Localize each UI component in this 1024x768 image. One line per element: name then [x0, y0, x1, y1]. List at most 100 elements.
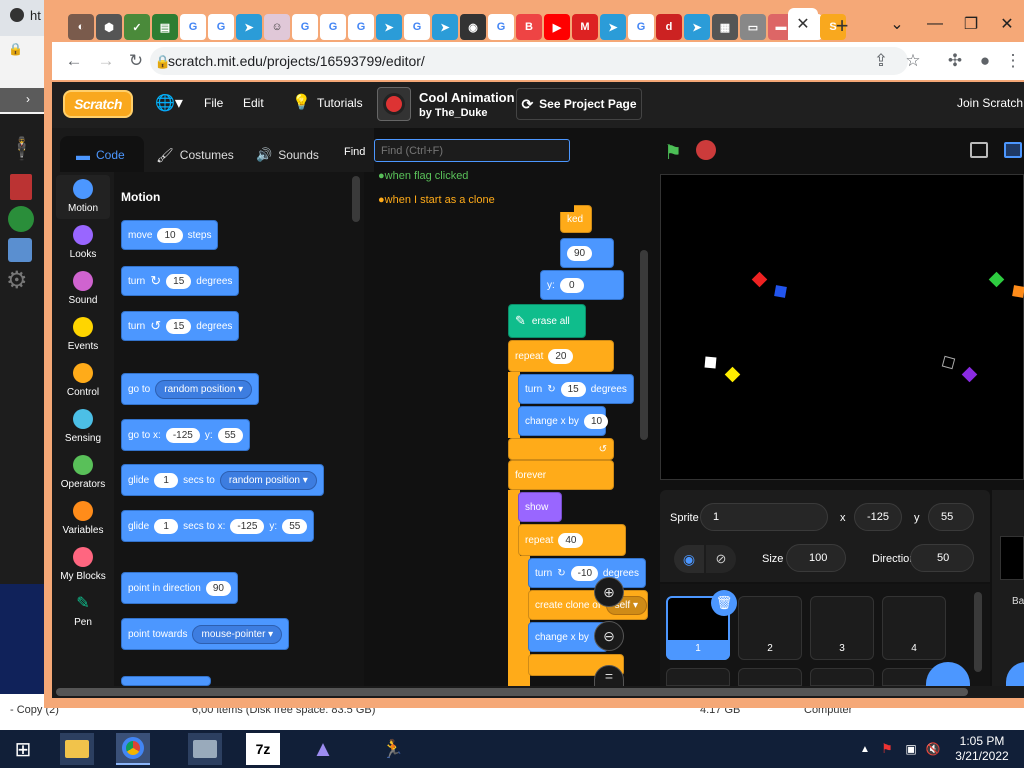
category-events[interactable]: Events [52, 317, 114, 352]
turn-degrees-input[interactable]: 15 [166, 318, 192, 334]
back-icon[interactable]: ← [63, 50, 85, 72]
repeat-input[interactable]: 40 [558, 532, 584, 548]
create-clone-block[interactable]: create clone of self ▾ [528, 590, 648, 620]
move-steps-input[interactable]: 10 [157, 227, 183, 243]
extensions-icon[interactable]: ✣ [944, 50, 966, 72]
value-input[interactable]: 90 [567, 245, 593, 261]
direction-input[interactable]: 90 [205, 580, 231, 596]
tab-favicon[interactable]: ➤ [376, 14, 402, 40]
forward-icon[interactable]: → [95, 50, 117, 72]
monitor-app-icon[interactable] [188, 733, 222, 765]
google-icon[interactable]: G [348, 14, 374, 40]
turn-degrees-input[interactable]: 15 [166, 273, 192, 289]
size-input[interactable]: 100 [786, 544, 846, 572]
tab-sounds[interactable]: 🔊 Sounds [256, 138, 319, 172]
google-icon[interactable]: G [292, 14, 318, 40]
project-title[interactable]: Cool Animation [419, 90, 515, 105]
move-block[interactable]: move 10 steps [121, 220, 219, 250]
repeat-block-2[interactable]: repeat 40 [518, 524, 626, 556]
sprite-list-scrollbar[interactable] [974, 592, 982, 672]
show-eye-icon[interactable]: ◉ [674, 545, 704, 573]
save-icon[interactable] [8, 238, 32, 262]
find-result-item[interactable]: ●when I start as a clone [378, 194, 495, 206]
lightbulb-icon[interactable]: 💡 [292, 93, 311, 111]
glide-xy-block[interactable]: glide 1 secs to x: -125 y: 55 [121, 510, 315, 542]
project-author[interactable]: by The_Duke [419, 107, 487, 119]
turn-right-block[interactable]: turn ↻ 15 degrees [121, 266, 240, 296]
globe-icon[interactable] [8, 206, 34, 232]
turn-input[interactable]: 15 [560, 381, 586, 397]
glide-dropdown[interactable]: random position ▾ [219, 470, 317, 490]
zoom-in-icon[interactable]: ⊕ [594, 577, 624, 607]
tab-favicon[interactable]: ✓ [124, 14, 150, 40]
book-icon[interactable] [10, 174, 32, 200]
turn-left-block[interactable]: turn ↺ 15 degrees [121, 311, 240, 341]
file-menu[interactable]: File [204, 96, 223, 110]
gear-icon[interactable]: ⚙ [6, 266, 28, 295]
close-tab-icon[interactable]: ✕ [788, 8, 818, 40]
profile-icon[interactable]: ● [974, 50, 996, 72]
tab-favicon[interactable]: ➤ [684, 14, 710, 40]
tab-favicon[interactable]: ⬢ [96, 14, 122, 40]
globe-icon[interactable]: 🌐▾ [155, 93, 183, 113]
tab-favicon[interactable]: d [656, 14, 682, 40]
tab-favicon[interactable]: ◐ [68, 14, 94, 40]
youtube-icon[interactable]: ▶ [544, 14, 570, 40]
google-icon[interactable]: G [208, 14, 234, 40]
start-icon[interactable]: ⊞ [6, 733, 40, 765]
chevron-down-icon[interactable]: ⌄ [882, 12, 912, 36]
edit-menu[interactable]: Edit [243, 96, 264, 110]
find-input[interactable] [374, 139, 570, 162]
repeat-block[interactable]: repeat 20 [508, 340, 614, 372]
x-input[interactable]: -125 [854, 503, 902, 531]
green-flag-icon[interactable]: ⚑ [664, 140, 682, 165]
more-icon[interactable]: ⋮ [1002, 50, 1024, 72]
tab-favicon[interactable]: ▦ [712, 14, 738, 40]
turn-block-2[interactable]: turn ↻ -10 degrees [528, 558, 646, 588]
sprite-name-input[interactable]: 1 [700, 503, 828, 531]
backdrop-thumb[interactable] [1000, 536, 1024, 580]
repeat-input[interactable]: 20 [548, 348, 574, 364]
see-project-page-button[interactable]: ⟳ See Project Page [516, 88, 642, 120]
glide-block[interactable]: glide 1 secs to random position ▾ [121, 464, 324, 496]
new-tab-button[interactable]: + [830, 13, 854, 38]
tab-favicon[interactable]: ☺ [264, 14, 290, 40]
tab-favicon[interactable]: ◉ [460, 14, 486, 40]
turn-block[interactable]: turn ↻ 15 degrees [518, 374, 634, 404]
stage-canvas[interactable] [660, 174, 1024, 480]
tab-favicon[interactable]: ➤ [432, 14, 458, 40]
large-stage-icon[interactable] [1004, 142, 1022, 158]
google-icon[interactable]: G [404, 14, 430, 40]
google-icon[interactable]: G [320, 14, 346, 40]
clock[interactable]: 1:05 PM 3/21/2022 [946, 734, 1018, 764]
category-motion[interactable]: Motion [52, 179, 114, 214]
category-pen[interactable]: ✎ Pen [52, 593, 114, 628]
goto-dropdown[interactable]: random position ▾ [155, 379, 253, 399]
figure-app-icon[interactable]: 🏃 [376, 733, 410, 765]
sprite-tile-7[interactable] [810, 668, 874, 686]
tab-code[interactable]: ▬ Code [76, 138, 125, 172]
figure-icon[interactable]: 🕴 [8, 136, 35, 172]
tab-favicon[interactable]: ▤ [152, 14, 178, 40]
towards-dropdown[interactable]: mouse-pointer ▾ [192, 624, 283, 644]
partial-block[interactable] [121, 676, 211, 686]
goto-block[interactable]: 90 [560, 238, 614, 268]
forever-block[interactable]: forever [508, 460, 614, 490]
find-result-item[interactable]: ●when flag clicked [378, 170, 468, 182]
small-stage-icon[interactable] [970, 142, 988, 158]
purple-sprite[interactable] [961, 366, 978, 383]
minimize-icon[interactable]: — [920, 12, 950, 36]
y-input[interactable]: 55 [217, 427, 243, 443]
goto-xy-block[interactable]: go to x: -125 y: 55 [121, 419, 250, 451]
google-icon[interactable]: G [180, 14, 206, 40]
chrome-icon[interactable] [116, 733, 150, 765]
scratch-logo[interactable]: Scratch [63, 90, 133, 118]
sprite-tile-5[interactable] [666, 668, 730, 686]
category-control[interactable]: Control [52, 363, 114, 398]
maximize-icon[interactable]: ❐ [956, 12, 986, 36]
close-window-icon[interactable]: ✕ [992, 12, 1022, 36]
trash-icon[interactable]: 🗑 [711, 590, 737, 616]
tab-favicon[interactable]: M [572, 14, 598, 40]
tab-favicon[interactable]: ➤ [600, 14, 626, 40]
x-input[interactable]: -125 [230, 518, 265, 534]
